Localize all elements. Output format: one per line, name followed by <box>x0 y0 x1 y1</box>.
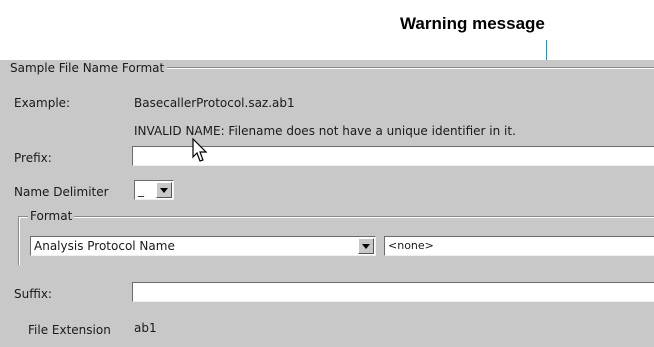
chevron-down-icon[interactable] <box>358 238 374 254</box>
suffix-label: Suffix: <box>14 287 52 301</box>
settings-panel <box>0 60 654 347</box>
chevron-down-icon[interactable] <box>156 182 172 198</box>
suffix-input[interactable] <box>132 282 654 302</box>
file-extension-value: ab1 <box>134 321 157 335</box>
group-title: Sample File Name Format <box>10 60 168 76</box>
warning-message: INVALID NAME: Filename does not have a u… <box>134 124 516 138</box>
warning-callout-label: Warning message <box>400 14 545 33</box>
format-field-1-select[interactable]: Analysis Protocol Name <box>30 236 376 256</box>
format-field-2-input[interactable]: <none> <box>384 236 654 256</box>
name-delimiter-value: _ <box>138 183 144 197</box>
name-delimiter-select[interactable]: _ <box>134 180 174 200</box>
name-delimiter-label: Name Delimiter <box>14 185 109 199</box>
prefix-label: Prefix: <box>14 151 52 165</box>
format-group-title: Format <box>28 208 75 224</box>
example-value: BasecallerProtocol.saz.ab1 <box>134 96 295 110</box>
mouse-pointer-icon <box>192 138 208 162</box>
file-extension-label: File Extension <box>28 323 111 337</box>
example-label: Example: <box>14 96 71 110</box>
prefix-input[interactable] <box>132 146 654 166</box>
format-field-1-value: Analysis Protocol Name <box>34 239 175 253</box>
